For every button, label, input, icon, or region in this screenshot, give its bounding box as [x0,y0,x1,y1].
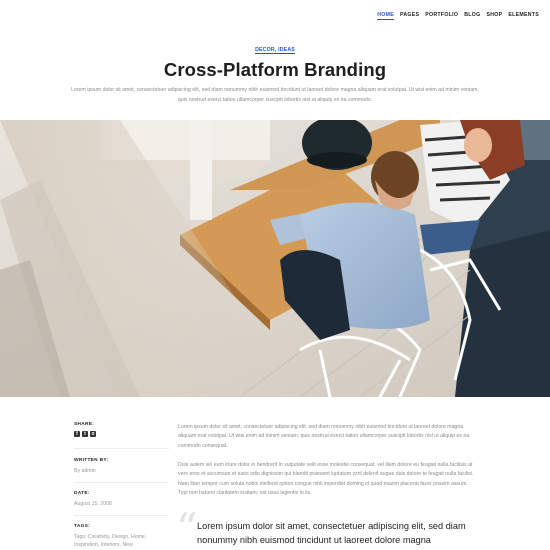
date-section: DATE: August 15, 2008 [74,491,169,508]
author-link[interactable]: By admin [74,467,169,475]
tags-section: TAGS: Tags: Creativity, Design, Home, In… [74,524,169,549]
facebook-icon[interactable]: f [74,431,80,437]
author-section: WRITTEN BY: By admin [74,458,169,475]
share-label: SHARE: [74,422,95,427]
nav-item-pages[interactable]: PAGES [400,12,419,20]
post-category: DECOR, IDEAS [0,47,550,54]
body-paragraph-2: Duis autem vel eum iriure dolor in hendr… [178,462,474,496]
date-label: DATE: [74,491,90,496]
meta-divider [74,482,169,483]
body-paragraph-1: Lorem ipsum dolor sit amet, consectetuer… [178,424,470,449]
share-icons: f t o [74,431,169,437]
nav-item-home[interactable]: HOME [377,12,394,20]
meta-divider [74,515,169,516]
nav-item-portfolio[interactable]: PORTFOLIO [425,12,458,20]
post-date: August 15, 2008 [74,501,112,507]
instagram-icon[interactable]: o [90,431,96,437]
nav-item-elements[interactable]: ELEMENTS [508,12,539,20]
hero-image [0,120,550,397]
main-nav: HOME PAGES PORTFOLIO BLOG SHOP ELEMENTS [377,12,539,20]
quote-icon: “ [176,504,198,550]
post-intro: Lorem ipsum dolor sit amet, consectetuer… [71,87,479,103]
category-link[interactable]: DECOR, IDEAS [255,47,295,54]
twitter-icon[interactable]: t [82,431,88,437]
tags-label: TAGS: [74,524,91,529]
nav-item-blog[interactable]: BLOG [464,12,480,20]
share-section: SHARE: f t o [74,422,169,437]
tags-list[interactable]: Tags: Creativity, Design, Home, Inspirat… [74,533,169,549]
post-title: Cross-Platform Branding [163,59,387,80]
meta-divider [74,448,169,449]
written-by-label: WRITTEN BY: [74,458,109,463]
blockquote: Lorem ipsum dolor sit amet, consectetuer… [197,521,466,545]
nav-item-shop[interactable]: SHOP [486,12,502,20]
